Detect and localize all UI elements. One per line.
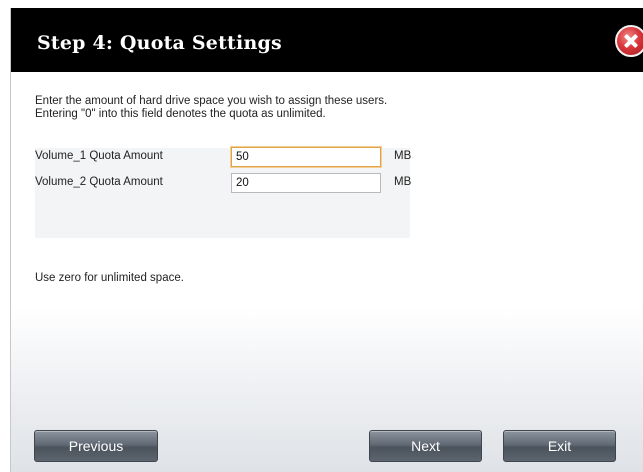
volume-2-quota-input[interactable]: [231, 173, 381, 193]
description-line-1: Enter the amount of hard drive space you…: [35, 95, 388, 107]
hint-text: Use zero for unlimited space.: [35, 272, 184, 284]
volume-1-unit: MB: [394, 150, 412, 162]
volume-2-unit: MB: [394, 176, 412, 188]
previous-button[interactable]: Previous: [34, 430, 158, 462]
volume-2-quota-label: Volume_2 Quota Amount: [35, 176, 163, 188]
description-line-2: Entering "0" into this field denotes the…: [35, 108, 326, 120]
dialog-title: Step 4: Quota Settings: [37, 32, 282, 54]
volume-1-quota-label: Volume_1 Quota Amount: [35, 150, 163, 162]
next-button[interactable]: Next: [369, 430, 482, 462]
description: Enter the amount of hard drive space you…: [35, 95, 387, 121]
quota-settings-dialog: Step 4: Quota Settings Enter the amount …: [10, 8, 643, 472]
volume-1-quota-input[interactable]: [231, 147, 381, 167]
dialog-titlebar: Step 4: Quota Settings: [11, 8, 643, 72]
exit-button[interactable]: Exit: [503, 430, 616, 462]
close-icon[interactable]: [615, 25, 643, 57]
